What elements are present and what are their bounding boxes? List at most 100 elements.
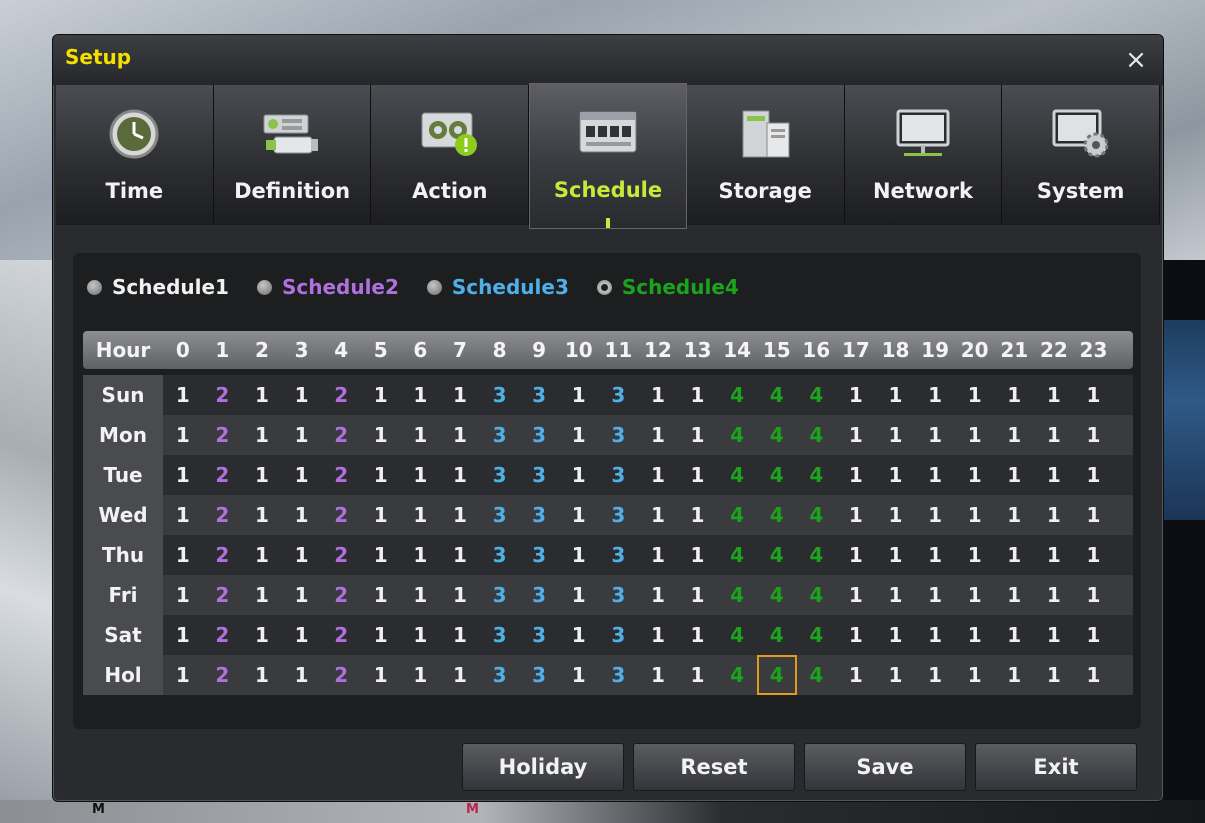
tab-time[interactable]: Time [56, 85, 214, 225]
schedule-cell[interactable]: 4 [797, 575, 837, 615]
schedule-cell[interactable]: 1 [401, 375, 441, 415]
schedule-cell[interactable]: 1 [163, 375, 203, 415]
schedule-cell[interactable]: 1 [955, 615, 995, 655]
schedule-cell[interactable]: 4 [797, 495, 837, 535]
schedule-cell[interactable]: 1 [638, 495, 678, 535]
schedule-cell[interactable]: 1 [678, 415, 718, 455]
radio-schedule2[interactable]: Schedule2 [256, 275, 399, 299]
schedule-cell[interactable]: 1 [678, 575, 718, 615]
schedule-cell[interactable]: 3 [480, 455, 520, 495]
schedule-cell[interactable]: 3 [519, 535, 559, 575]
schedule-cell[interactable]: 4 [756, 655, 797, 695]
schedule-cell[interactable]: 1 [559, 375, 599, 415]
schedule-cell[interactable]: 1 [440, 535, 480, 575]
schedule-cell[interactable]: 1 [1074, 415, 1114, 455]
schedule-cell[interactable]: 1 [994, 655, 1034, 695]
schedule-cell[interactable]: 1 [915, 375, 955, 415]
schedule-cell[interactable]: 1 [401, 575, 441, 615]
schedule-cell[interactable]: 1 [1074, 455, 1114, 495]
schedule-cell[interactable]: 1 [440, 615, 480, 655]
schedule-cell[interactable]: 1 [242, 575, 282, 615]
schedule-cell[interactable]: 1 [163, 615, 203, 655]
schedule-cell[interactable]: 3 [599, 495, 639, 535]
schedule-cell[interactable]: 3 [519, 455, 559, 495]
schedule-cell[interactable]: 1 [559, 415, 599, 455]
schedule-cell[interactable]: 1 [955, 575, 995, 615]
schedule-cell[interactable]: 1 [163, 535, 203, 575]
schedule-cell[interactable]: 2 [321, 455, 361, 495]
schedule-cell[interactable]: 1 [994, 495, 1034, 535]
schedule-cell[interactable]: 1 [836, 375, 876, 415]
schedule-cell[interactable]: 1 [401, 615, 441, 655]
schedule-cell[interactable]: 1 [955, 495, 995, 535]
radio-schedule3[interactable]: Schedule3 [426, 275, 569, 299]
schedule-cell[interactable]: 1 [361, 455, 401, 495]
schedule-cell[interactable]: 1 [836, 535, 876, 575]
schedule-cell[interactable]: 1 [678, 615, 718, 655]
schedule-cell[interactable]: 1 [282, 495, 322, 535]
schedule-cell[interactable]: 3 [480, 575, 520, 615]
schedule-cell[interactable]: 4 [717, 455, 757, 495]
schedule-cell[interactable]: 1 [915, 615, 955, 655]
schedule-cell[interactable]: 1 [401, 415, 441, 455]
schedule-cell[interactable]: 1 [836, 415, 876, 455]
schedule-cell[interactable]: 4 [757, 575, 797, 615]
schedule-cell[interactable]: 1 [876, 535, 916, 575]
schedule-cell[interactable]: 3 [480, 495, 520, 535]
schedule-cell[interactable]: 3 [480, 615, 520, 655]
schedule-cell[interactable]: 1 [163, 495, 203, 535]
radio-schedule4[interactable]: Schedule4 [596, 275, 739, 299]
schedule-cell[interactable]: 1 [638, 535, 678, 575]
schedule-cell[interactable]: 1 [1034, 655, 1074, 695]
schedule-cell[interactable]: 1 [876, 655, 916, 695]
schedule-cell[interactable]: 1 [361, 415, 401, 455]
schedule-cell[interactable]: 2 [321, 655, 361, 695]
schedule-cell[interactable]: 1 [994, 535, 1034, 575]
tab-action[interactable]: Action [371, 85, 530, 225]
schedule-cell[interactable]: 1 [638, 455, 678, 495]
schedule-cell[interactable]: 4 [757, 415, 797, 455]
schedule-cell[interactable]: 3 [480, 415, 520, 455]
schedule-cell[interactable]: 4 [757, 615, 797, 655]
schedule-cell[interactable]: 3 [519, 575, 559, 615]
schedule-cell[interactable]: 1 [915, 535, 955, 575]
schedule-cell[interactable]: 1 [1034, 615, 1074, 655]
schedule-cell[interactable]: 1 [638, 615, 678, 655]
schedule-cell[interactable]: 3 [519, 615, 559, 655]
schedule-cell[interactable]: 2 [203, 455, 243, 495]
schedule-cell[interactable]: 1 [361, 535, 401, 575]
schedule-cell[interactable]: 1 [915, 495, 955, 535]
schedule-cell[interactable]: 2 [321, 375, 361, 415]
schedule-cell[interactable]: 2 [203, 375, 243, 415]
schedule-cell[interactable]: 1 [163, 415, 203, 455]
schedule-cell[interactable]: 1 [678, 455, 718, 495]
schedule-cell[interactable]: 1 [638, 575, 678, 615]
schedule-cell[interactable]: 1 [440, 415, 480, 455]
schedule-cell[interactable]: 1 [282, 535, 322, 575]
schedule-cell[interactable]: 1 [282, 655, 322, 695]
schedule-cell[interactable]: 3 [519, 655, 559, 695]
schedule-cell[interactable]: 2 [203, 575, 243, 615]
schedule-cell[interactable]: 1 [915, 455, 955, 495]
schedule-cell[interactable]: 1 [242, 535, 282, 575]
schedule-cell[interactable]: 1 [401, 455, 441, 495]
schedule-cell[interactable]: 1 [836, 655, 876, 695]
tab-network[interactable]: Network [844, 85, 1003, 225]
schedule-cell[interactable]: 4 [797, 415, 837, 455]
schedule-cell[interactable]: 1 [678, 535, 718, 575]
schedule-cell[interactable]: 1 [915, 655, 955, 695]
schedule-cell[interactable]: 3 [599, 655, 639, 695]
schedule-cell[interactable]: 1 [994, 455, 1034, 495]
schedule-cell[interactable]: 1 [361, 375, 401, 415]
schedule-cell[interactable]: 1 [282, 415, 322, 455]
schedule-cell[interactable]: 2 [321, 415, 361, 455]
schedule-cell[interactable]: 1 [1034, 575, 1074, 615]
schedule-cell[interactable]: 1 [836, 575, 876, 615]
schedule-cell[interactable]: 4 [717, 535, 757, 575]
schedule-cell[interactable]: 1 [559, 455, 599, 495]
tab-definition[interactable]: Definition [213, 85, 372, 225]
close-icon[interactable]: × [1121, 45, 1151, 75]
schedule-cell[interactable]: 1 [559, 495, 599, 535]
schedule-cell[interactable]: 1 [361, 575, 401, 615]
schedule-cell[interactable]: 1 [242, 455, 282, 495]
